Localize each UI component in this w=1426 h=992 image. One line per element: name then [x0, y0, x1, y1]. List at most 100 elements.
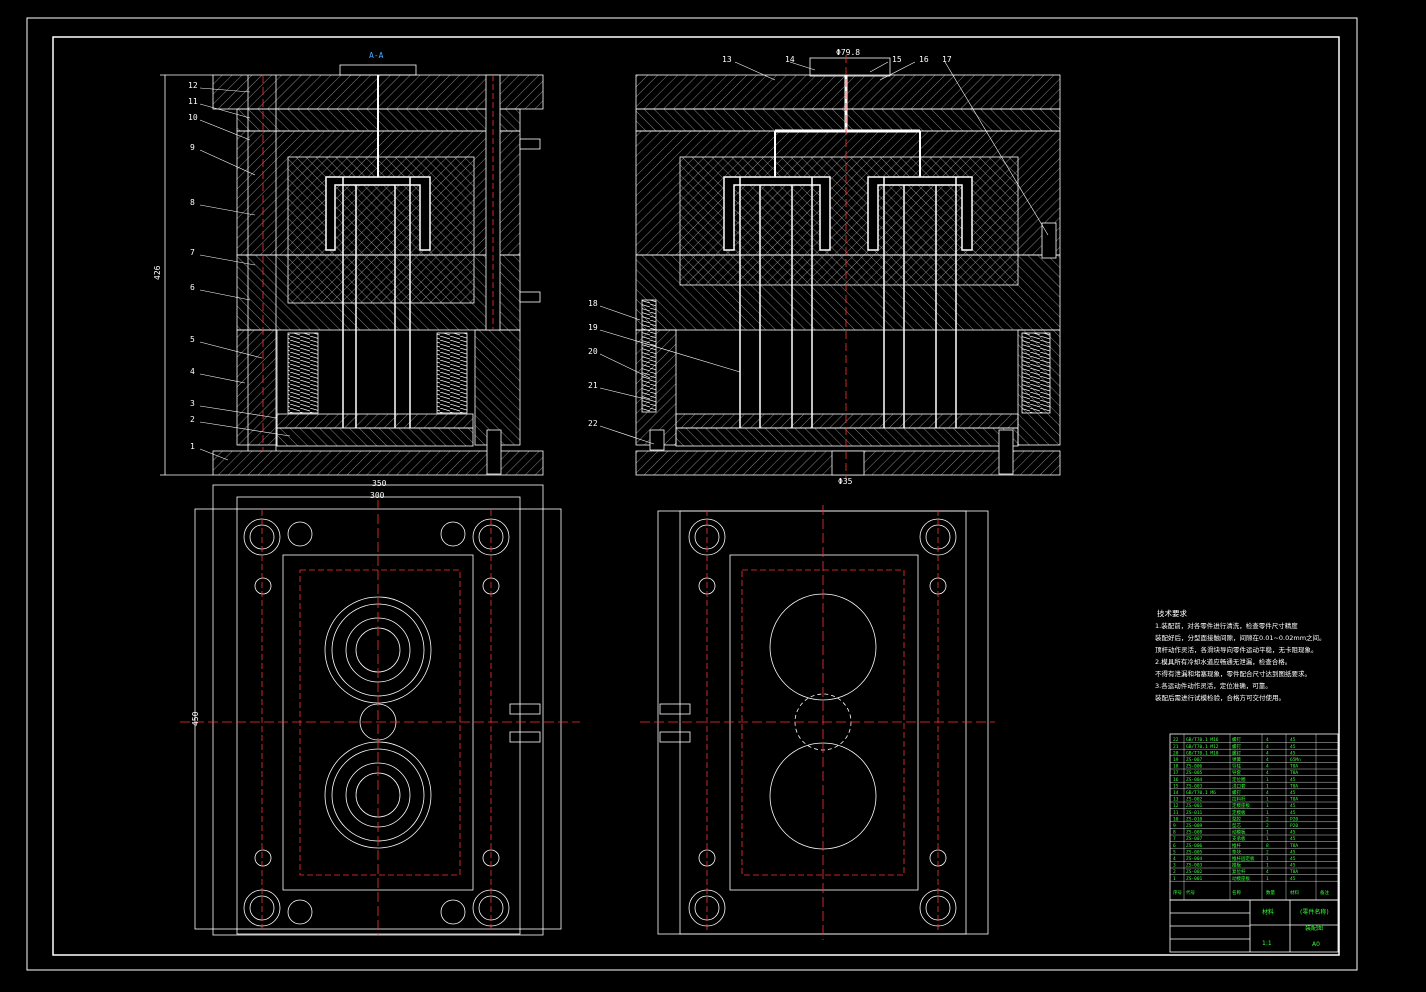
- tech-notes-title: 技术要求: [1157, 608, 1187, 618]
- bom-cell-name: 导柱: [1232, 763, 1241, 770]
- bom-cell-code: ZS-005: [1186, 770, 1203, 776]
- bom-cell-qty: 4: [1266, 764, 1269, 770]
- bom-cell-mat: P20: [1290, 823, 1298, 829]
- bom-cell-qty: 4: [1266, 790, 1269, 796]
- bom-cell-name: 动模板: [1232, 829, 1246, 836]
- callout-15: 15: [892, 55, 902, 64]
- bom-cell-code: ZS-010: [1186, 816, 1203, 822]
- callout-13: 13: [722, 55, 732, 64]
- title-drawing-type: 装配图: [1305, 924, 1323, 932]
- bom-cell-qty: 4: [1266, 737, 1269, 743]
- bom-cell-no: 22: [1173, 737, 1179, 743]
- bom-header-code: 代号: [1186, 889, 1195, 896]
- tech-note-line: 1.装配前，对各零件进行清洗，检查零件尺寸精度: [1155, 621, 1298, 630]
- bom-cell-no: 1: [1173, 876, 1176, 882]
- bom-cell-qty: 2: [1266, 816, 1269, 822]
- bom-cell-mat: 45: [1290, 830, 1296, 836]
- tech-note-line: 3.各运动件动作灵活，定位准确，可靠。: [1155, 681, 1272, 690]
- callout-14: 14: [785, 55, 795, 64]
- bom-cell-code: GB/T70.1 M6: [1186, 790, 1216, 796]
- bom-cell-name: 导套: [1232, 769, 1241, 776]
- bom-cell-qty: 1: [1266, 856, 1269, 862]
- bom-cell-code: ZS-008: [1186, 830, 1203, 836]
- bom-cell-no: 14: [1173, 790, 1179, 796]
- bom-cell-no: 10: [1173, 816, 1179, 822]
- bom-cell-name: 型芯: [1232, 822, 1241, 829]
- bom-cell-mat: 45: [1290, 777, 1296, 783]
- right-section-view: [635, 55, 1061, 480]
- dim-plate-inner-width: 300: [370, 491, 385, 500]
- dim-plate-width: 350: [372, 479, 387, 488]
- bom-cell-name: 复位杆: [1232, 868, 1246, 875]
- tech-note-line: 装配后需进行试模检验，合格方可交付使用。: [1155, 693, 1285, 702]
- bom-cell-name: 定位圈: [1232, 776, 1246, 783]
- bom-cell-name: 型腔: [1232, 815, 1241, 822]
- bom-cell-mat: P20: [1290, 816, 1298, 822]
- bom-cell-code: ZS-004: [1186, 856, 1203, 862]
- bom-cell-code: ZS-004: [1186, 777, 1203, 783]
- bom-cell-code: ZS-001: [1186, 803, 1203, 809]
- callout-1: 1: [190, 442, 195, 451]
- bom-cell-mat: 45: [1290, 737, 1296, 743]
- bom-cell-code: ZS-003: [1186, 863, 1203, 869]
- bom-cell-code: ZS-007: [1186, 757, 1203, 763]
- bom-cell-code: ZS-006: [1186, 843, 1203, 849]
- bom-cell-no: 13: [1173, 797, 1179, 803]
- tech-note-line: 顶杆动作灵活，各滑块导向零件运动平稳，无卡阻现象。: [1155, 645, 1318, 654]
- bom-cell-mat: 45: [1290, 744, 1296, 750]
- bom-cell-qty: 4: [1266, 757, 1269, 763]
- callout-2: 2: [190, 415, 195, 424]
- callout-21: 21: [588, 381, 598, 390]
- title-part-name: (零件名称): [1300, 908, 1329, 916]
- callout-3: 3: [190, 399, 195, 408]
- bom-cell-name: 螺钉: [1232, 743, 1241, 750]
- bom-cell-qty: 1: [1266, 777, 1269, 783]
- dim-plan-height: 450: [191, 711, 200, 726]
- bom-cell-name: 螺钉: [1232, 789, 1241, 796]
- bom-cell-name: 推杆固定板: [1232, 855, 1255, 862]
- title-sheet: A0: [1312, 941, 1320, 948]
- bom-cell-code: ZS-002: [1186, 797, 1203, 803]
- bom-cell-mat: T8A: [1290, 797, 1298, 803]
- bom-cell-code: ZS-002: [1186, 869, 1203, 875]
- callout-11: 11: [188, 97, 198, 106]
- bom-cell-mat: T8A: [1290, 764, 1298, 770]
- bom-header-qty: 数量: [1266, 889, 1275, 896]
- bom-cell-qty: 4: [1266, 869, 1269, 875]
- callout-6: 6: [190, 283, 195, 292]
- bom-cell-no: 19: [1173, 757, 1179, 763]
- bill-of-materials: 22 GB/T70.1 M16 螺钉 4 4521 GB/T70.1 M12 螺钉 4 4520…: [1169, 733, 1339, 901]
- bom-cell-mat: 65Mn: [1290, 757, 1301, 763]
- bom-cell-mat: T8A: [1290, 869, 1298, 875]
- bom-cell-name: 拉料杆: [1232, 796, 1246, 803]
- bom-cell-code: GB/T70.1 M10: [1186, 750, 1219, 756]
- callout-18: 18: [588, 299, 598, 308]
- bom-cell-mat: 45: [1290, 863, 1296, 869]
- callout-8: 8: [190, 198, 195, 207]
- section-label-a: A-A: [369, 51, 384, 60]
- bom-header-mat: 材料: [1290, 889, 1299, 896]
- bom-cell-qty: 1: [1266, 876, 1269, 882]
- bom-cell-qty: 1: [1266, 863, 1269, 869]
- bom-cell-mat: T8A: [1290, 843, 1298, 849]
- bom-cell-name: 弹簧: [1232, 756, 1241, 763]
- bom-cell-no: 18: [1173, 764, 1179, 770]
- bom-rows: 22 GB/T70.1 M16 螺钉 4 4521 GB/T70.1 M12 螺钉 4 4520…: [1170, 734, 1338, 900]
- callout-16: 16: [919, 55, 929, 64]
- bom-cell-no: 21: [1173, 744, 1179, 750]
- bom-cell-qty: 1: [1266, 836, 1269, 842]
- bom-cell-name: 螺钉: [1232, 736, 1241, 743]
- bom-cell-name: 浇口套: [1232, 782, 1246, 789]
- bom-cell-qty: 1: [1266, 797, 1269, 803]
- bom-cell-no: 4: [1173, 856, 1176, 862]
- bom-cell-no: 17: [1173, 770, 1179, 776]
- dim-nozzle-diameter: Φ35: [838, 477, 853, 486]
- bom-cell-mat: 45: [1290, 750, 1296, 756]
- title-scale: 1:1: [1262, 940, 1272, 947]
- bom-cell-mat: 45: [1290, 810, 1296, 816]
- bom-cell-no: 16: [1173, 777, 1179, 783]
- dim-left-height: 426: [153, 265, 162, 280]
- bom-cell-name: 垫块: [1232, 848, 1241, 855]
- bom-header-note: 备注: [1320, 889, 1329, 896]
- bom-cell-code: ZS-009: [1186, 823, 1203, 829]
